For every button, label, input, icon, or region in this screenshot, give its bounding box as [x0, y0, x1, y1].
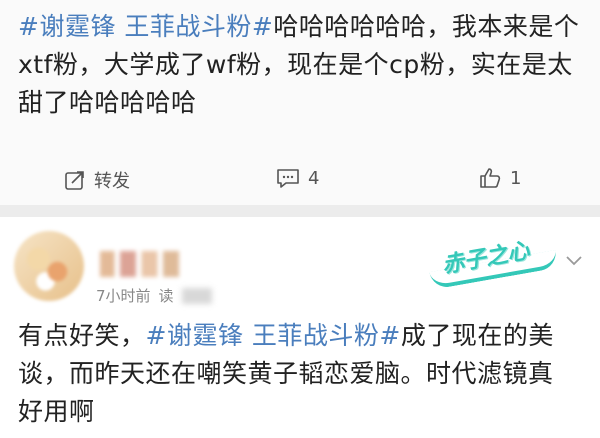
read-count-blurred [181, 287, 212, 304]
username-blurred[interactable] [100, 251, 190, 277]
fan-badge: 赤子之心 [424, 220, 560, 297]
post-card: #谢霆锋 王菲战斗粉#哈哈哈哈哈哈，我本来是个xtf粉，大学成了wf粉，现在是个… [0, 0, 600, 207]
comment-count: 4 [308, 167, 320, 189]
repost-label: 转发 [94, 171, 130, 192]
post-action-bar: 转发 4 1 [0, 157, 600, 203]
comment-icon [276, 167, 300, 189]
like-button[interactable]: 1 [478, 167, 521, 189]
repost-icon [64, 169, 86, 191]
comment-text-before: 有点好笑， [18, 321, 146, 350]
post-body: #谢霆锋 王菲战斗粉#哈哈哈哈哈哈，我本来是个xtf粉，大学成了wf粉，现在是个… [18, 8, 588, 122]
like-count: 1 [510, 167, 522, 189]
comment-hashtag-link[interactable]: #谢霆锋 王菲战斗粉# [146, 321, 401, 350]
read-label: 读 [158, 287, 174, 305]
like-icon [478, 167, 502, 189]
section-divider [0, 205, 600, 217]
avatar[interactable] [14, 231, 84, 301]
comment-body: 有点好笑，#谢霆锋 王菲战斗粉#成了现在的美谈，而昨天还在嘲笑黄子韬恋爱脑。时代… [18, 317, 558, 431]
comment-time: 7小时前 [96, 287, 151, 305]
post-hashtag-link[interactable]: #谢霆锋 王菲战斗粉# [18, 12, 273, 41]
comment-meta: 7小时前 读 [96, 285, 212, 306]
chevron-down-icon[interactable] [564, 253, 584, 272]
comment-card: 7小时前 读 赤子之心 有点好笑，#谢霆锋 王菲战斗粉#成了现在的美谈，而昨天还… [0, 217, 600, 438]
comment-button[interactable]: 4 [276, 167, 319, 189]
repost-button[interactable]: 转发 [64, 167, 130, 193]
